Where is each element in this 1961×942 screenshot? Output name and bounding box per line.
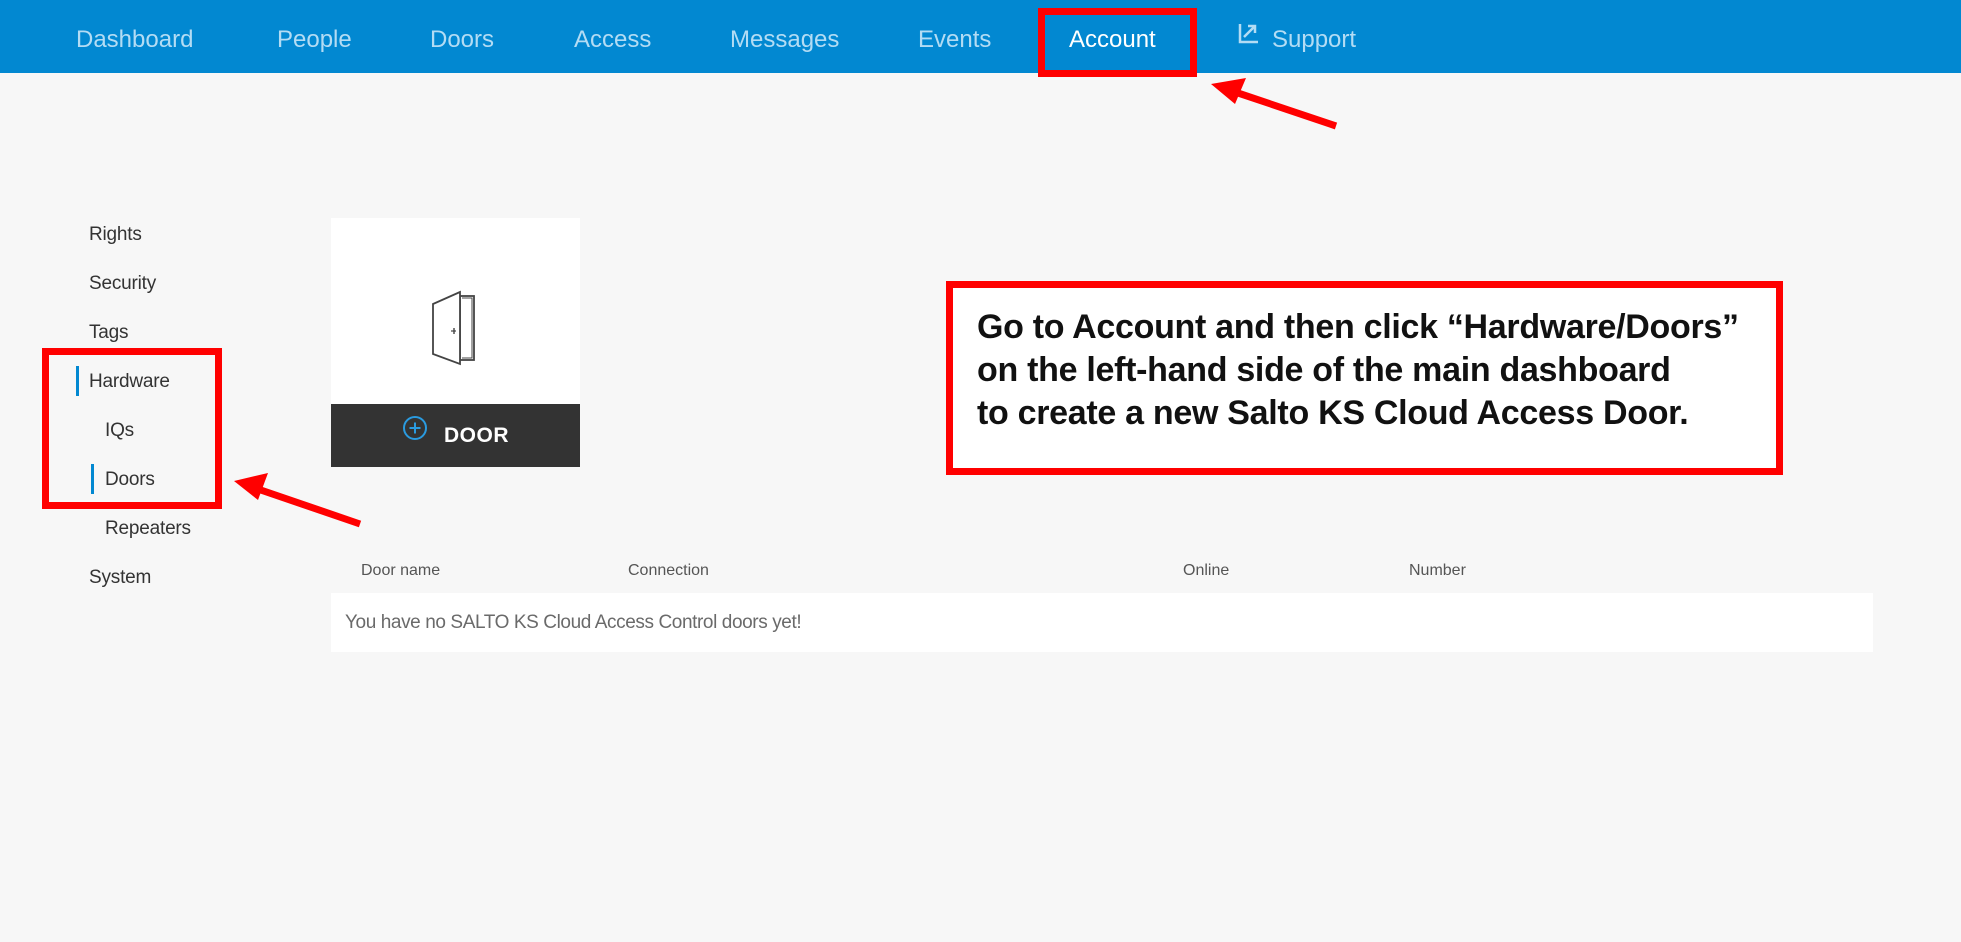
- arrow-to-doors-icon: [234, 473, 362, 528]
- add-door-button[interactable]: DOOR: [331, 404, 580, 467]
- door-icon: [427, 288, 487, 373]
- add-door-button-label: DOOR: [444, 424, 509, 447]
- column-header-connection[interactable]: Connection: [628, 562, 709, 580]
- external-link-icon: [1238, 0, 1260, 77]
- empty-message: You have no SALTO KS Cloud Access Contro…: [345, 612, 802, 633]
- sidebar-item-rights[interactable]: Rights: [89, 224, 142, 246]
- instruction-box: Go to Account and then click “Hardware/D…: [946, 281, 1783, 475]
- sidebar-item-system[interactable]: System: [89, 567, 151, 589]
- table-empty-row: You have no SALTO KS Cloud Access Contro…: [331, 593, 1873, 652]
- hardware-doors-highlight-box: [42, 348, 222, 509]
- nav-support-label: Support: [1272, 26, 1357, 53]
- nav-dashboard[interactable]: Dashboard: [76, 0, 193, 73]
- arrow-to-account-icon: [1211, 78, 1338, 130]
- nav-support[interactable]: Support: [1238, 0, 1356, 73]
- sidebar-item-tags[interactable]: Tags: [89, 322, 129, 344]
- instruction-line-3: to create a new Salto KS Cloud Access Do…: [977, 394, 1689, 432]
- sidebar-item-security[interactable]: Security: [89, 273, 156, 295]
- top-nav: Dashboard People Doors Access Messages E…: [0, 0, 1961, 73]
- nav-doors[interactable]: Doors: [430, 0, 494, 73]
- column-header-online[interactable]: Online: [1183, 562, 1229, 580]
- nav-people[interactable]: People: [277, 0, 352, 73]
- account-highlight-box: [1038, 8, 1197, 77]
- sidebar-item-repeaters[interactable]: Repeaters: [105, 518, 191, 540]
- instruction-line-2: on the left-hand side of the main dashbo…: [977, 351, 1671, 389]
- nav-access[interactable]: Access: [574, 0, 651, 73]
- nav-events[interactable]: Events: [918, 0, 991, 73]
- column-header-door-name[interactable]: Door name: [361, 562, 440, 580]
- instruction-line-1: Go to Account and then click “Hardware/D…: [977, 308, 1739, 346]
- plus-circle-icon: [402, 403, 428, 466]
- nav-messages[interactable]: Messages: [730, 0, 839, 73]
- column-header-number[interactable]: Number: [1409, 562, 1466, 580]
- add-door-card[interactable]: DOOR: [331, 218, 580, 467]
